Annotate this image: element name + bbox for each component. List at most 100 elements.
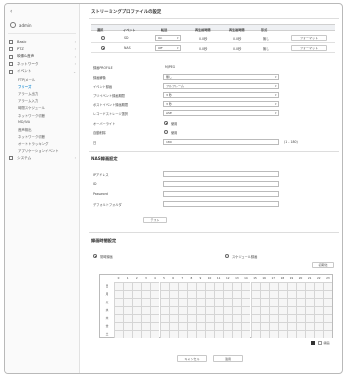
schedule-cell[interactable] [123,290,133,298]
sidebar-subitem[interactable]: アプリケーションイベント [8,147,78,154]
schedule-cell[interactable] [277,330,287,338]
schedule-cell[interactable] [168,282,178,290]
schedule-cell[interactable] [186,298,196,306]
days-input[interactable]: 180 [163,139,279,145]
schedule-cell[interactable] [195,330,205,338]
schedule-cell[interactable] [250,314,260,322]
schedule-cell[interactable] [223,298,233,306]
schedule-cell[interactable] [150,282,160,290]
schedule-cell[interactable] [123,298,133,306]
nas-test-button[interactable]: テスト [143,217,167,223]
schedule-cell[interactable] [195,306,205,314]
schedule-cell[interactable] [141,322,151,330]
sidebar-item-basic[interactable]: Basic › [8,38,78,46]
schedule-cell[interactable] [323,306,333,314]
sidebar-subitem[interactable]: アラーム出力 [8,90,78,97]
schedule-cell[interactable] [305,282,315,290]
format-button[interactable]: フォーマット [291,35,327,41]
nas-password-input[interactable] [163,191,279,197]
schedule-cell[interactable] [150,322,160,330]
schedule-cell[interactable] [305,314,315,322]
schedule-cell[interactable] [214,298,224,306]
sidebar-item-ptz[interactable]: PTZ › [8,46,78,54]
sidebar-item-event[interactable]: イベント ⌄ [8,68,78,76]
schedule-cell[interactable] [305,306,315,314]
schedule-record-radio[interactable] [225,254,229,258]
schedule-cell[interactable] [123,282,133,290]
schedule-cell[interactable] [214,282,224,290]
schedule-cell[interactable] [195,322,205,330]
schedule-cell[interactable] [305,290,315,298]
sidebar-subitem[interactable]: ネットワーク切断 [8,111,78,118]
schedule-cell[interactable] [286,314,296,322]
schedule-cell[interactable] [195,290,205,298]
nas-folder-input[interactable] [163,201,279,207]
schedule-cell[interactable] [150,314,160,322]
schedule-cell[interactable] [268,322,278,330]
schedule-cell[interactable] [277,290,287,298]
select-radio[interactable] [101,36,105,40]
schedule-cell[interactable] [141,314,151,322]
schedule-cell[interactable] [314,290,324,298]
sidebar-item-system[interactable]: システム › [8,155,78,163]
schedule-cell[interactable] [159,314,169,322]
schedule-cell[interactable] [277,282,287,290]
schedule-cell[interactable] [177,290,187,298]
schedule-cell[interactable] [314,298,324,306]
schedule-cell[interactable] [159,330,169,338]
sidebar-subitem-active[interactable]: フリーズ [8,83,78,90]
schedule-cell[interactable] [141,298,151,306]
schedule-cell[interactable] [150,290,160,298]
schedule-cell[interactable] [286,282,296,290]
schedule-cell[interactable] [159,298,169,306]
schedule-cell[interactable] [268,306,278,314]
schedule-cell[interactable] [241,282,251,290]
schedule-cell[interactable] [314,282,324,290]
schedule-cell[interactable] [114,306,124,314]
schedule-cell[interactable] [277,298,287,306]
schedule-cell[interactable] [232,322,242,330]
schedule-cell[interactable] [296,282,306,290]
sidebar-item-network[interactable]: ネットワーク › [8,61,78,69]
schedule-cell[interactable] [241,322,251,330]
schedule-cell[interactable] [314,306,324,314]
schedule-cell[interactable] [123,330,133,338]
schedule-cell[interactable] [186,314,196,322]
autodelete-checkbox[interactable] [164,130,168,134]
clear-schedule-button[interactable]: 初期化 [312,262,334,268]
schedule-cell[interactable] [205,298,215,306]
schedule-cell[interactable] [159,282,169,290]
schedule-cell[interactable] [259,314,269,322]
schedule-cell[interactable] [168,298,178,306]
schedule-cell[interactable] [141,290,151,298]
schedule-cell[interactable] [277,306,287,314]
schedule-cell[interactable] [132,298,142,306]
schedule-cell[interactable] [150,306,160,314]
schedule-cell[interactable] [268,290,278,298]
schedule-cell[interactable] [132,282,142,290]
schedule-cell[interactable] [214,306,224,314]
schedule-cell[interactable] [132,322,142,330]
schedule-cell[interactable] [186,330,196,338]
schedule-cell[interactable] [268,314,278,322]
schedule-cell[interactable] [177,306,187,314]
schedule-cell[interactable] [205,330,215,338]
schedule-cell[interactable] [241,330,251,338]
schedule-cell[interactable] [277,314,287,322]
schedule-cell[interactable] [186,282,196,290]
schedule-cell[interactable] [250,282,260,290]
schedule-cell[interactable] [323,290,333,298]
schedule-cell[interactable] [286,322,296,330]
schedule-cell[interactable] [195,314,205,322]
schedule-cell[interactable] [286,306,296,314]
schedule-cell[interactable] [323,322,333,330]
apply-button[interactable]: 適用 [213,355,243,362]
schedule-cell[interactable] [241,314,251,322]
schedule-cell[interactable] [195,298,205,306]
schedule-cell[interactable] [268,330,278,338]
schedule-cell[interactable] [223,330,233,338]
always-record-radio[interactable] [93,254,97,258]
schedule-cell[interactable] [168,330,178,338]
schedule-cell[interactable] [286,330,296,338]
schedule-cell[interactable] [259,298,269,306]
